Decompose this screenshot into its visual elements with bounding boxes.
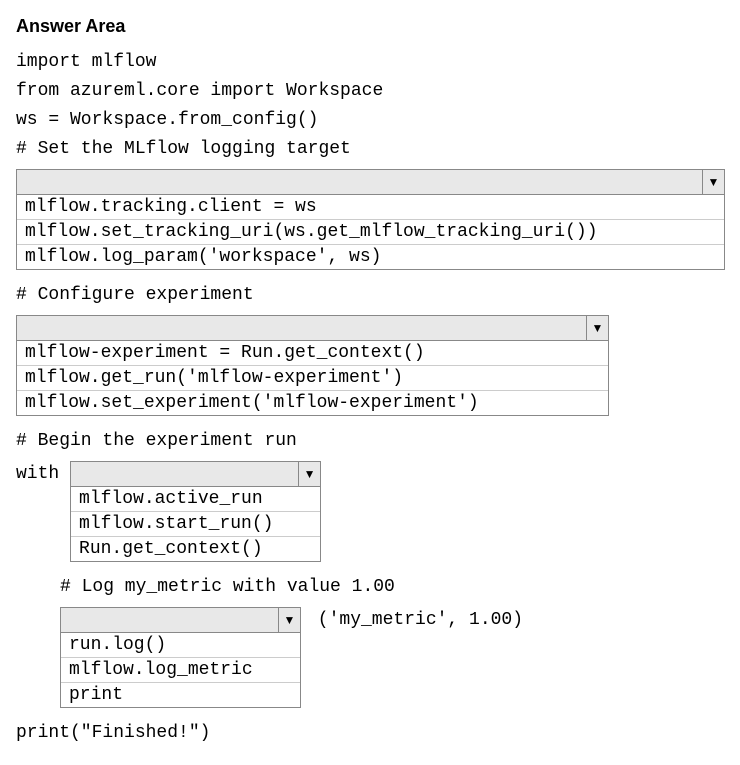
dropdown-option[interactable]: mlflow.log_metric: [61, 658, 300, 683]
dropdown-configure-experiment[interactable]: ▼ mlflow-experiment = Run.get_context() …: [16, 315, 609, 416]
dropdown-option[interactable]: mlflow.active_run: [71, 487, 320, 512]
chevron-down-icon[interactable]: ▼: [586, 316, 608, 340]
log-metric-args: ('my_metric', 1.00): [301, 603, 523, 633]
chevron-down-icon[interactable]: ▼: [278, 608, 300, 632]
dropdown-options-list: mlflow.tracking.client = ws mlflow.set_t…: [16, 195, 725, 270]
dropdown-header[interactable]: ▼: [70, 461, 321, 487]
dropdown-option[interactable]: mlflow.start_run(): [71, 512, 320, 537]
dropdown-option[interactable]: Run.get_context(): [71, 537, 320, 561]
dropdown-header[interactable]: ▼: [16, 169, 725, 195]
dropdown-options-list: mlflow.active_run mlflow.start_run() Run…: [70, 487, 321, 562]
dropdown-options-list: mlflow-experiment = Run.get_context() ml…: [16, 341, 609, 416]
dropdown-header[interactable]: ▼: [60, 607, 301, 633]
dropdown-begin-run[interactable]: ▼ mlflow.active_run mlflow.start_run() R…: [70, 461, 321, 562]
code-line-ws-config: ws = Workspace.from_config(): [16, 107, 724, 134]
chevron-down-icon[interactable]: ▼: [702, 170, 724, 194]
dropdown-options-list: run.log() mlflow.log_metric print: [60, 633, 301, 708]
comment-set-logging-target: # Set the MLflow logging target: [16, 136, 724, 163]
comment-log-metric: # Log my_metric with value 1.00: [60, 574, 724, 601]
with-keyword: with: [16, 457, 70, 487]
dropdown-option[interactable]: mlflow.get_run('mlflow-experiment'): [17, 366, 608, 391]
dropdown-log-metric[interactable]: ▼ run.log() mlflow.log_metric print: [60, 607, 301, 708]
code-line-import-workspace: from azureml.core import Workspace: [16, 78, 724, 105]
dropdown-header[interactable]: ▼: [16, 315, 609, 341]
dropdown-option[interactable]: print: [61, 683, 300, 707]
dropdown-logging-target[interactable]: ▼ mlflow.tracking.client = ws mlflow.set…: [16, 169, 725, 270]
chevron-down-icon[interactable]: ▼: [298, 462, 320, 486]
dropdown-option[interactable]: mlflow.log_param('workspace', ws): [17, 245, 724, 269]
dropdown-option[interactable]: mlflow.set_experiment('mlflow-experiment…: [17, 391, 608, 415]
dropdown-option[interactable]: mlflow.set_tracking_uri(ws.get_mlflow_tr…: [17, 220, 724, 245]
comment-configure-experiment: # Configure experiment: [16, 282, 724, 309]
dropdown-option[interactable]: mlflow.tracking.client = ws: [17, 195, 724, 220]
dropdown-option[interactable]: run.log(): [61, 633, 300, 658]
comment-begin-run: # Begin the experiment run: [16, 428, 724, 455]
page-title: Answer Area: [16, 16, 724, 37]
code-line-print-finished: print("Finished!"): [16, 720, 724, 747]
dropdown-option[interactable]: mlflow-experiment = Run.get_context(): [17, 341, 608, 366]
code-line-import-mlflow: import mlflow: [16, 49, 724, 76]
